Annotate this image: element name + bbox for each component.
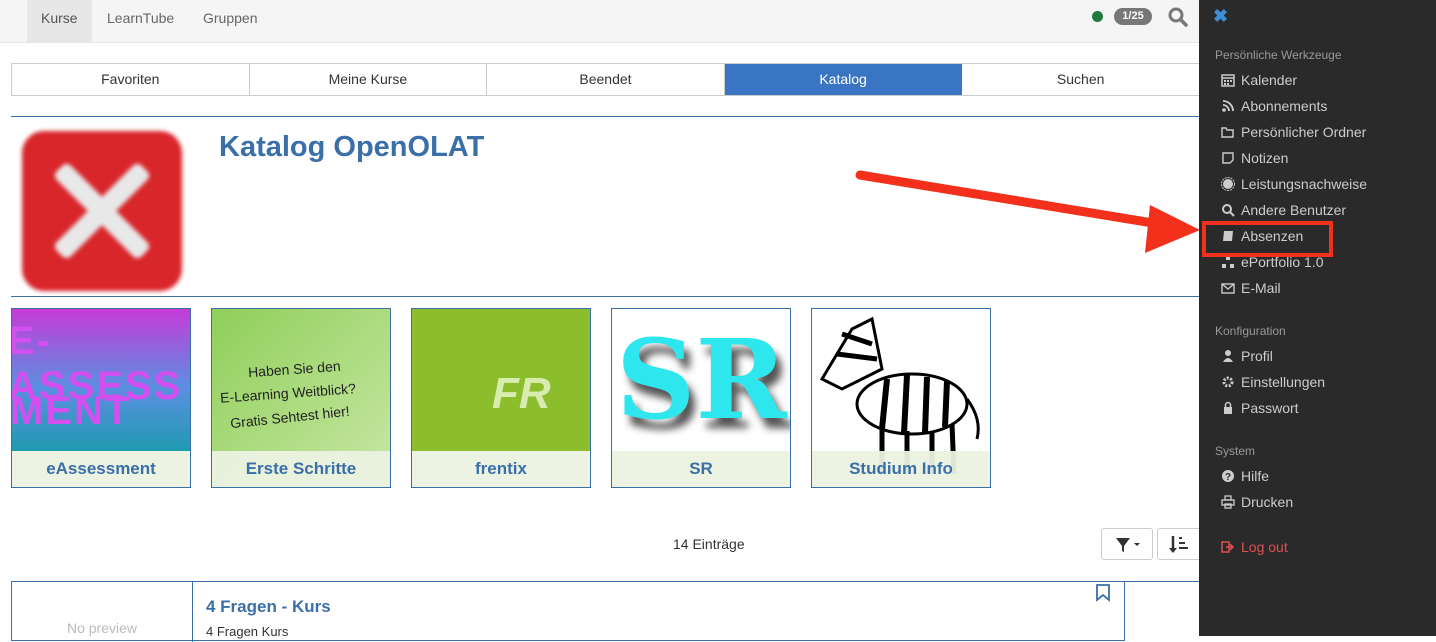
list-item: [1125, 581, 1200, 641]
tile-image-text: Gratis Sehtest hier!: [229, 402, 351, 432]
menu-item-passwort[interactable]: Passwort: [1221, 397, 1299, 419]
tab-katalog[interactable]: Katalog: [724, 64, 963, 95]
sitemap-icon: [1222, 256, 1234, 268]
menu-item-label: Log out: [1241, 539, 1288, 555]
entry-title-link[interactable]: 4 Fragen - Kurs: [206, 597, 331, 617]
print-icon: [1221, 495, 1235, 509]
filter-button[interactable]: [1101, 528, 1153, 560]
tile-image-text: MENT: [11, 389, 132, 433]
nav-tab-gruppen[interactable]: Gruppen: [189, 0, 271, 42]
preview-placeholder: No preview: [12, 582, 193, 642]
annotation-highlight-box: [1202, 221, 1333, 257]
svg-text:?: ?: [1225, 472, 1231, 483]
note-icon: [1222, 152, 1234, 164]
section-header: System: [1215, 444, 1256, 458]
catalog-tile-frentix[interactable]: FR frentix: [411, 308, 591, 488]
menu-item-label: Passwort: [1241, 400, 1299, 416]
catalog-tile-eassessment[interactable]: E-ASSESS MENT eAssessment: [11, 308, 191, 488]
menu-item-label: Leistungsnachweise: [1241, 176, 1368, 192]
tile-image: SR: [612, 309, 790, 451]
nav-tab-learntube[interactable]: LearnTube: [93, 0, 188, 42]
section-header: Konfiguration: [1215, 324, 1286, 338]
catalog-tile-erste-schritte[interactable]: Haben Sie den E-Learning Weitblick? Grat…: [211, 308, 391, 488]
message-count-badge[interactable]: 1/25: [1114, 8, 1152, 25]
divider: [11, 296, 1200, 297]
tile-label[interactable]: Studium Info: [812, 451, 990, 487]
search-icon: [1222, 204, 1235, 217]
tab-favoriten[interactable]: Favoriten: [12, 64, 250, 95]
menu-item-profil[interactable]: Profil: [1221, 345, 1273, 367]
tile-image: E-ASSESS MENT: [12, 309, 190, 451]
tile-label[interactable]: frentix: [412, 451, 590, 487]
rss-icon: [1222, 100, 1234, 112]
menu-item-drucken[interactable]: Drucken: [1221, 491, 1293, 513]
folder-icon: [1221, 127, 1234, 138]
menu-item-notizen[interactable]: Notizen: [1221, 147, 1288, 169]
tile-image-text: E-Learning Weitblick?: [219, 380, 357, 406]
menu-item-email[interactable]: E-Mail: [1221, 277, 1281, 299]
tile-image-text: SR: [616, 315, 787, 444]
menu-item-label: Notizen: [1241, 150, 1289, 166]
tile-image-text: FR: [492, 369, 551, 418]
certificate-icon: [1221, 177, 1235, 191]
menu-item-andere-benutzer[interactable]: Andere Benutzer: [1221, 199, 1346, 221]
menu-item-hilfe[interactable]: ? Hilfe: [1221, 465, 1269, 487]
entry-count: 14 Einträge: [673, 536, 745, 552]
catalog-logo: [22, 131, 182, 291]
nav-tab-kurse[interactable]: Kurse: [27, 0, 92, 42]
menu-item-label: Kalender: [1241, 72, 1298, 88]
menu-item-label: Einstellungen: [1241, 374, 1326, 390]
gear-icon: [1222, 376, 1234, 388]
menu-item-kalender[interactable]: Kalender: [1221, 69, 1297, 91]
close-icon[interactable]: ✖: [1213, 6, 1228, 27]
catalog-tile-sr[interactable]: SR SR: [611, 308, 791, 488]
menu-item-label: Drucken: [1241, 494, 1294, 510]
calendar-icon: [1221, 74, 1235, 87]
question-icon: ?: [1222, 470, 1234, 483]
top-navigation: Kurse LearnTube Gruppen 1/25: [0, 0, 1200, 43]
divider: [11, 116, 1200, 117]
menu-item-label: Hilfe: [1241, 468, 1270, 484]
logout-icon: [1221, 541, 1235, 553]
menu-item-einstellungen[interactable]: Einstellungen: [1221, 371, 1325, 393]
search-icon[interactable]: [1168, 7, 1188, 27]
menu-item-logout[interactable]: Log out: [1221, 536, 1288, 558]
course-subtabs: Favoriten Meine Kurse Beendet Katalog Su…: [11, 63, 1200, 96]
tab-meine-kurse[interactable]: Meine Kurse: [250, 64, 488, 95]
tile-label[interactable]: eAssessment: [12, 451, 190, 487]
menu-item-label: Persönlicher Ordner: [1241, 124, 1367, 140]
tile-image: FR: [412, 309, 590, 451]
personal-tools-panel: ✖ Persönliche Werkzeuge Kalender Abonnem…: [1199, 0, 1436, 636]
tile-label[interactable]: SR: [612, 451, 790, 487]
menu-item-abonnements[interactable]: Abonnements: [1221, 95, 1327, 117]
tab-suchen[interactable]: Suchen: [962, 64, 1200, 95]
annotation-arrow: [855, 170, 1200, 253]
tab-beendet[interactable]: Beendet: [487, 64, 725, 95]
zebra-image: [812, 309, 990, 475]
tile-image-text: Haben Sie den: [247, 357, 342, 381]
mail-icon: [1221, 283, 1235, 294]
filter-icon: [1116, 538, 1140, 552]
entry-subtitle: 4 Fragen Kurs: [206, 624, 289, 639]
menu-item-leistungsnachweise[interactable]: Leistungsnachweise: [1221, 173, 1367, 195]
menu-item-label: Abonnements: [1241, 98, 1328, 114]
menu-item-label: Andere Benutzer: [1241, 202, 1347, 218]
user-icon: [1223, 350, 1233, 362]
menu-item-label: E-Mail: [1241, 280, 1281, 296]
page-title: Katalog OpenOLAT: [219, 131, 485, 163]
lock-icon: [1224, 401, 1232, 414]
list-item[interactable]: No preview 4 Fragen - Kurs 4 Fragen Kurs: [11, 581, 1125, 642]
menu-item-persoenlicher-ordner[interactable]: Persönlicher Ordner: [1221, 121, 1366, 143]
bookmark-icon[interactable]: [1096, 584, 1110, 602]
tile-label[interactable]: Erste Schritte: [212, 451, 390, 487]
section-header: Persönliche Werkzeuge: [1215, 48, 1342, 62]
catalog-tile-studium-info[interactable]: Studium Info: [811, 308, 991, 488]
online-status-icon: [1092, 11, 1103, 22]
menu-item-label: Profil: [1241, 348, 1273, 364]
